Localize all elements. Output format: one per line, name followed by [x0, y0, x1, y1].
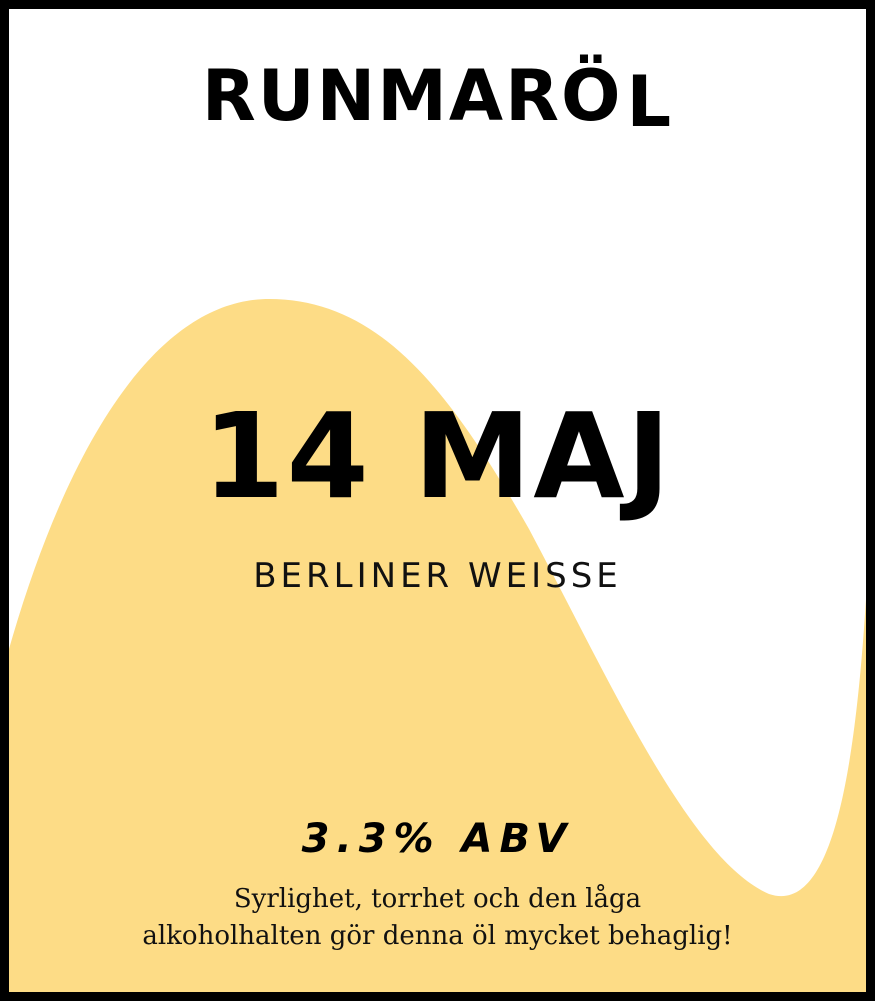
brand-name: RUNMARÖ	[201, 55, 623, 137]
beer-label: RUNMARÖL 14 MAJ BERLINER WEISSE 3.3% ABV…	[0, 0, 875, 1001]
brand-logo-mark: L	[626, 61, 674, 143]
description-line-1: Syrlighet, torrhet och den låga	[233, 884, 642, 914]
beer-style: BERLINER WEISSE	[253, 556, 622, 596]
description-line-2: alkoholhalten gör denna öl mycket behagl…	[142, 921, 733, 951]
beer-title: 14 MAJ	[202, 387, 673, 525]
brand-logo: RUNMARÖL	[9, 61, 866, 137]
beer-description: Syrlighet, torrhet och den låga alkoholh…	[9, 881, 866, 955]
abv-value: 3.3% ABV	[301, 816, 574, 862]
